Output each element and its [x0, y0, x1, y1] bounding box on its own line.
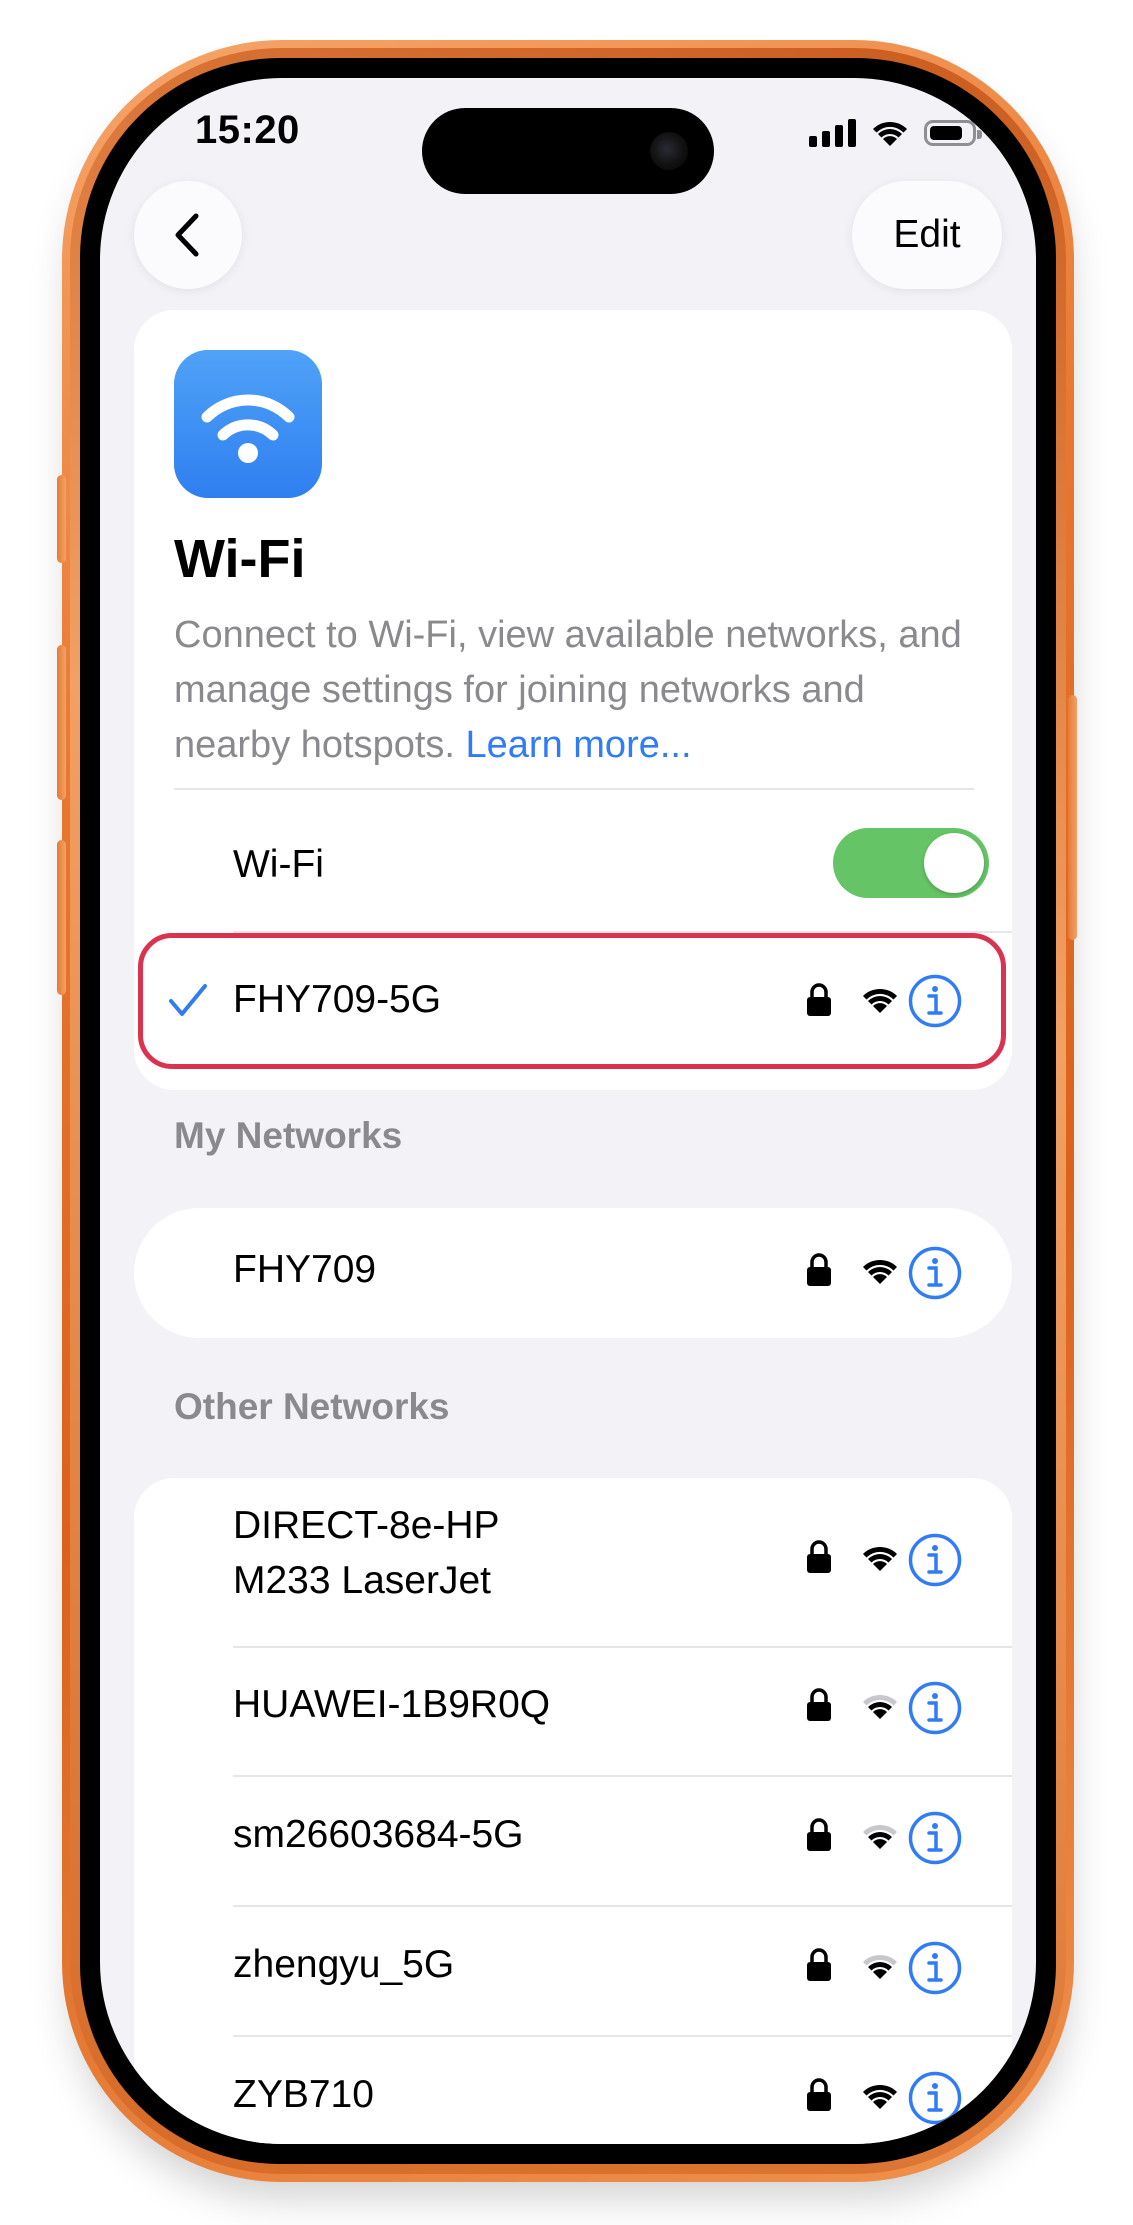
header-divider	[174, 788, 974, 790]
row-divider	[233, 1775, 1012, 1777]
network-name[interactable]: ZYB710	[233, 2073, 374, 2117]
wifi-toggle[interactable]	[833, 828, 989, 898]
lock-icon	[807, 2078, 831, 2111]
battery-icon	[924, 120, 982, 146]
page-description: Connect to Wi-Fi, view available network…	[174, 608, 974, 773]
network-name[interactable]: zhengyu_5G	[233, 1943, 454, 1987]
network-name-line2: M233 LaserJet	[233, 1559, 491, 1602]
lock-icon	[807, 1688, 831, 1721]
cellular-signal-icon	[809, 119, 856, 147]
wifi-status-icon	[873, 121, 907, 146]
lock-icon	[807, 1540, 831, 1573]
volume-down-button	[57, 840, 66, 995]
row-divider	[233, 1905, 1012, 1907]
row-divider	[233, 2035, 1012, 2037]
lock-icon	[807, 1818, 831, 1851]
network-name[interactable]: FHY709	[233, 1248, 376, 1292]
wifi-signal-icon	[863, 1259, 897, 1284]
power-button	[1068, 695, 1077, 940]
page-title: Wi-Fi	[174, 529, 306, 589]
info-icon[interactable]	[908, 1941, 962, 1995]
wifi-signal-icon	[863, 1694, 897, 1719]
info-icon[interactable]	[908, 1533, 962, 1587]
other-networks-header: Other Networks	[174, 1386, 450, 1427]
wifi-signal-icon	[863, 1954, 897, 1979]
connected-network-name[interactable]: FHY709-5G	[233, 978, 441, 1022]
wifi-toggle-label: Wi-Fi	[233, 843, 324, 886]
info-icon[interactable]	[908, 2071, 962, 2125]
wifi-signal-icon	[863, 988, 897, 1013]
info-icon[interactable]	[908, 1811, 962, 1865]
my-networks-header: My Networks	[174, 1115, 403, 1156]
lock-icon	[807, 1948, 831, 1981]
learn-more-link[interactable]: Learn more...	[466, 724, 692, 766]
dynamic-island	[422, 108, 714, 194]
edit-button[interactable]: Edit	[852, 181, 1002, 289]
network-name[interactable]: DIRECT-8e-HP M233 LaserJet	[233, 1498, 500, 1608]
wifi-signal-icon	[863, 1546, 897, 1571]
back-chevron-icon	[175, 213, 199, 257]
wifi-signal-icon	[863, 1824, 897, 1849]
checkmark-icon	[169, 984, 207, 1016]
info-icon[interactable]	[908, 1681, 962, 1735]
wifi-app-icon	[174, 350, 322, 498]
wifi-signal-icon	[863, 2084, 897, 2109]
row-divider	[233, 1646, 1012, 1648]
lock-icon	[807, 983, 831, 1016]
info-icon[interactable]	[908, 1246, 962, 1300]
volume-up-button	[57, 645, 66, 800]
front-camera	[650, 132, 688, 170]
screen: 15:20 Edit Wi-Fi Connect to Wi-Fi, view …	[100, 78, 1036, 2144]
status-time: 15:20	[195, 108, 300, 152]
network-name-line1: DIRECT-8e-HP	[233, 1504, 500, 1547]
lock-icon	[807, 1253, 831, 1286]
action-button	[57, 475, 66, 563]
info-icon[interactable]	[908, 974, 962, 1028]
network-name[interactable]: HUAWEI-1B9R0Q	[233, 1683, 550, 1727]
status-icons	[809, 118, 982, 148]
back-button[interactable]	[134, 181, 242, 289]
network-name[interactable]: sm26603684-5G	[233, 1813, 524, 1857]
